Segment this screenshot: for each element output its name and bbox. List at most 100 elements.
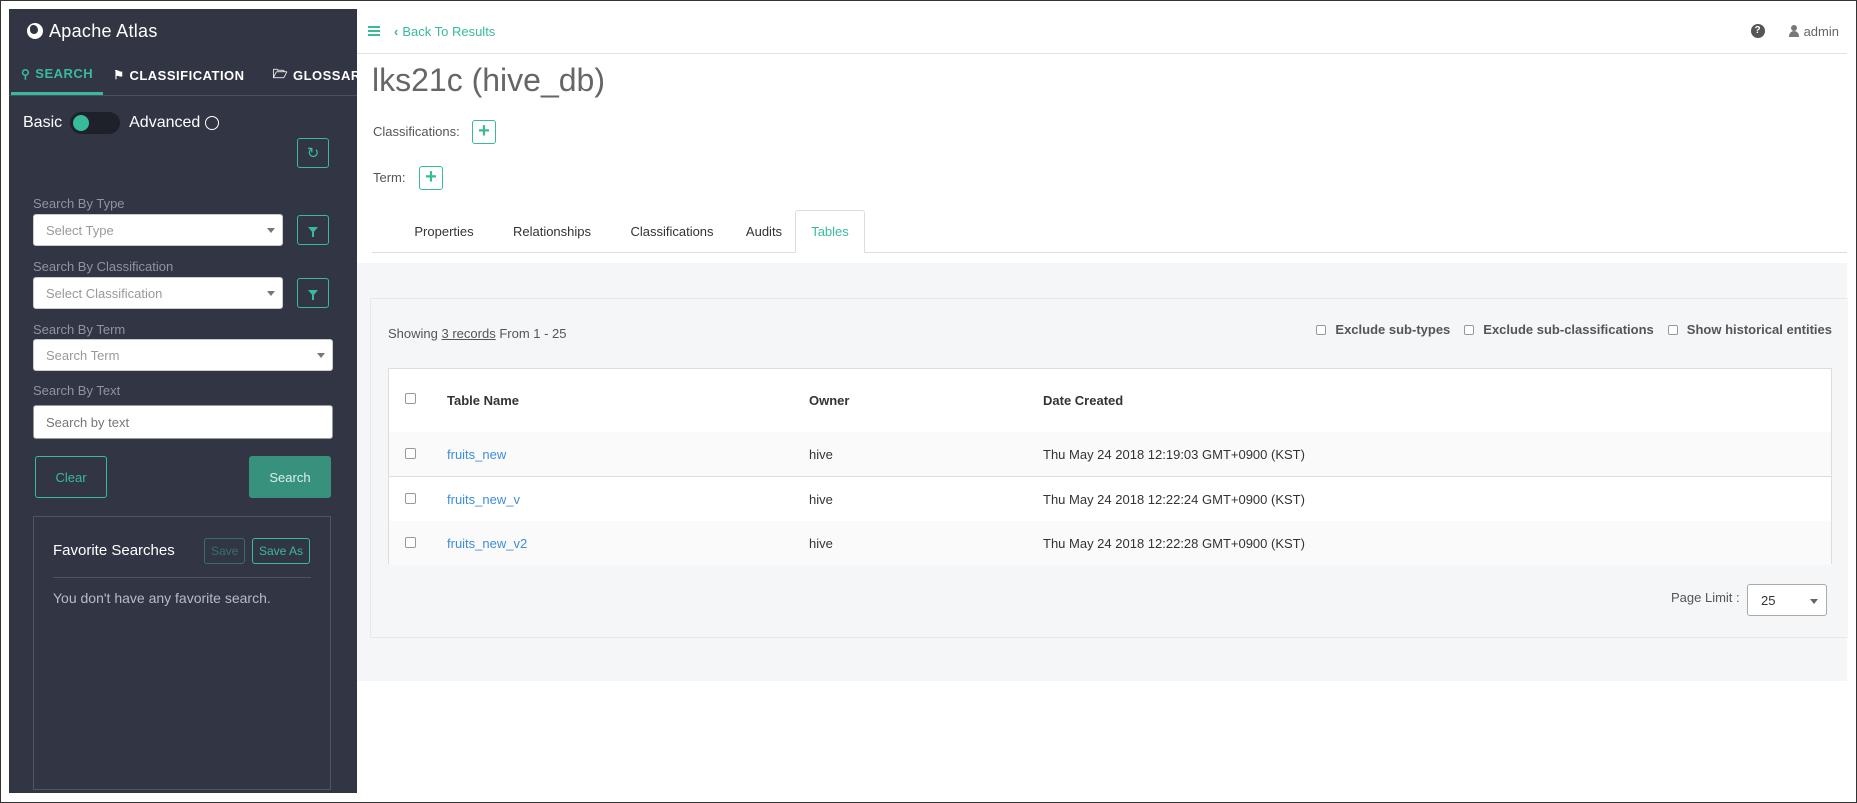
save-button[interactable]: Save <box>204 538 246 564</box>
table-name-link[interactable]: fruits_new_v <box>447 477 520 521</box>
page-limit-select[interactable]: 25 <box>1747 584 1827 616</box>
back-to-results-link[interactable]: ‹ Back To Results <box>394 24 495 39</box>
search-button[interactable]: Search <box>249 456 331 498</box>
tab-classification[interactable]: ⚑ CLASSIFICATION <box>103 55 254 95</box>
date-created-cell: Thu May 24 2018 12:19:03 GMT+0900 (KST) <box>1043 446 1305 462</box>
result-filters: Exclude sub-types Exclude sub-classifica… <box>1302 322 1832 337</box>
clear-button[interactable]: Clear <box>35 456 107 498</box>
classification-select-placeholder: Select Classification <box>46 285 163 301</box>
exclude-subtypes-label: Exclude sub-types <box>1335 322 1451 337</box>
row-checkbox[interactable] <box>405 448 416 459</box>
mode-basic-label: Basic <box>23 114 63 131</box>
filter-icon <box>308 290 318 300</box>
tab-tables[interactable]: Tables <box>795 210 865 253</box>
chevron-down-icon <box>1810 599 1818 604</box>
table-row: fruits_new_v2 hive Thu May 24 2018 12:22… <box>389 521 1831 565</box>
classification-select[interactable]: Select Classification <box>33 277 283 309</box>
term-field-label: Search By Term <box>33 322 126 337</box>
brand[interactable]: Apache Atlas <box>9 9 357 53</box>
help-icon[interactable]: ? <box>1750 24 1765 38</box>
table-row: fruits_new hive Thu May 24 2018 12:19:03… <box>389 432 1831 477</box>
add-term-button[interactable]: + <box>419 166 443 190</box>
folder-open-icon: 🗁 <box>272 66 288 81</box>
search-mode-toggle[interactable] <box>70 112 121 134</box>
search-icon: ⚲ <box>21 66 31 81</box>
term-select-placeholder: Search Term <box>46 347 120 363</box>
type-select[interactable]: Select Type <box>33 214 283 246</box>
table-name-link[interactable]: fruits_new_v2 <box>447 521 527 565</box>
mode-advanced-label: Advanced <box>129 114 201 131</box>
date-created-cell: Thu May 24 2018 12:22:24 GMT+0900 (KST) <box>1043 491 1305 507</box>
plus-icon: + <box>425 166 437 188</box>
row-checkbox[interactable] <box>405 493 416 504</box>
classification-filter-button[interactable] <box>297 278 329 308</box>
type-select-placeholder: Select Type <box>46 222 114 238</box>
owner-cell: hive <box>809 446 833 462</box>
tab-search[interactable]: ⚲ SEARCH <box>11 55 104 95</box>
brand-name: Apache Atlas <box>49 20 158 41</box>
tab-properties[interactable]: Properties <box>402 210 486 252</box>
owner-cell: hive <box>809 491 833 507</box>
tab-classifications[interactable]: Classifications <box>617 210 727 252</box>
showing-prefix: Showing <box>388 326 438 341</box>
term-select[interactable]: Search Term <box>33 339 333 371</box>
favorite-searches-panel: Favorite Searches Save Save As You don't… <box>33 516 331 790</box>
filter-icon <box>308 227 318 237</box>
table-row: fruits_new_v hive Thu May 24 2018 12:22:… <box>389 477 1831 522</box>
table-header: Table Name Owner Date Created <box>389 369 1831 433</box>
tab-classification-label: CLASSIFICATION <box>129 67 245 83</box>
results-table: Table Name Owner Date Created fruits_new… <box>388 368 1832 565</box>
tab-glossary-label: GLOSSARY <box>292 67 370 83</box>
results-summary: Showing 3 records From 1 - 25 <box>388 326 567 341</box>
column-table-name[interactable]: Table Name <box>447 369 519 432</box>
type-field-label: Search By Type <box>33 196 125 211</box>
top-right-controls: ? admin <box>1750 9 1839 53</box>
favorite-empty-message: You don't have any favorite search. <box>53 590 271 606</box>
select-all-checkbox[interactable] <box>405 393 416 404</box>
table-name-link[interactable]: fruits_new <box>447 432 506 476</box>
tags-icon: ⚑ <box>113 68 125 82</box>
refresh-button[interactable]: ↻ <box>297 138 329 168</box>
page-limit-label: Page Limit : <box>1671 590 1740 605</box>
owner-cell: hive <box>809 535 833 551</box>
exclude-subclassifications-label: Exclude sub-classifications <box>1483 322 1654 337</box>
detail-tabs: Properties Relationships Classifications… <box>372 210 1847 253</box>
show-historical-label: Show historical entities <box>1686 322 1832 337</box>
chevron-down-icon <box>267 291 275 296</box>
exclude-subtypes-checkbox[interactable] <box>1316 324 1327 335</box>
classifications-label: Classifications: <box>373 124 460 139</box>
tab-audits[interactable]: Audits <box>734 210 794 252</box>
user-icon <box>1788 25 1799 37</box>
date-created-cell: Thu May 24 2018 12:22:28 GMT+0900 (KST) <box>1043 535 1305 551</box>
favorite-searches-title: Favorite Searches <box>53 542 175 559</box>
type-filter-button[interactable] <box>297 215 329 245</box>
user-menu[interactable]: admin <box>1804 24 1839 39</box>
save-as-button[interactable]: Save As <box>252 538 311 564</box>
records-range: From 1 - 25 <box>499 326 567 341</box>
column-owner[interactable]: Owner <box>809 369 849 432</box>
toggle-knob <box>73 115 90 131</box>
exclude-subclassifications-checkbox[interactable] <box>1464 324 1475 335</box>
chevron-left-icon: ‹ <box>394 23 399 39</box>
tab-relationships[interactable]: Relationships <box>502 210 602 252</box>
tab-glossary[interactable]: 🗁 GLOSSARY <box>263 55 380 95</box>
refresh-icon: ↻ <box>306 145 320 162</box>
term-label: Term: <box>373 170 406 185</box>
add-classification-button[interactable]: + <box>472 120 496 144</box>
menu-icon[interactable] <box>368 26 380 36</box>
classification-field-label: Search By Classification <box>33 259 174 274</box>
row-checkbox[interactable] <box>405 537 416 548</box>
top-bar: ‹ Back To Results ? admin <box>357 9 1847 54</box>
show-historical-checkbox[interactable] <box>1667 324 1678 335</box>
column-date-created[interactable]: Date Created <box>1043 369 1123 432</box>
page-title: lks21c (hive_db) <box>372 62 605 98</box>
chevron-down-icon <box>317 353 325 358</box>
search-text-input[interactable] <box>33 405 333 439</box>
search-mode-toggle-row: Basic Advanced ? <box>23 112 220 134</box>
question-circle-icon[interactable]: ? <box>205 116 220 130</box>
text-field-label: Search By Text <box>33 383 121 398</box>
chevron-down-icon <box>267 228 275 233</box>
page-limit-value: 25 <box>1761 592 1776 608</box>
records-count-link[interactable]: 3 records <box>442 326 496 341</box>
plus-icon: + <box>478 120 490 142</box>
